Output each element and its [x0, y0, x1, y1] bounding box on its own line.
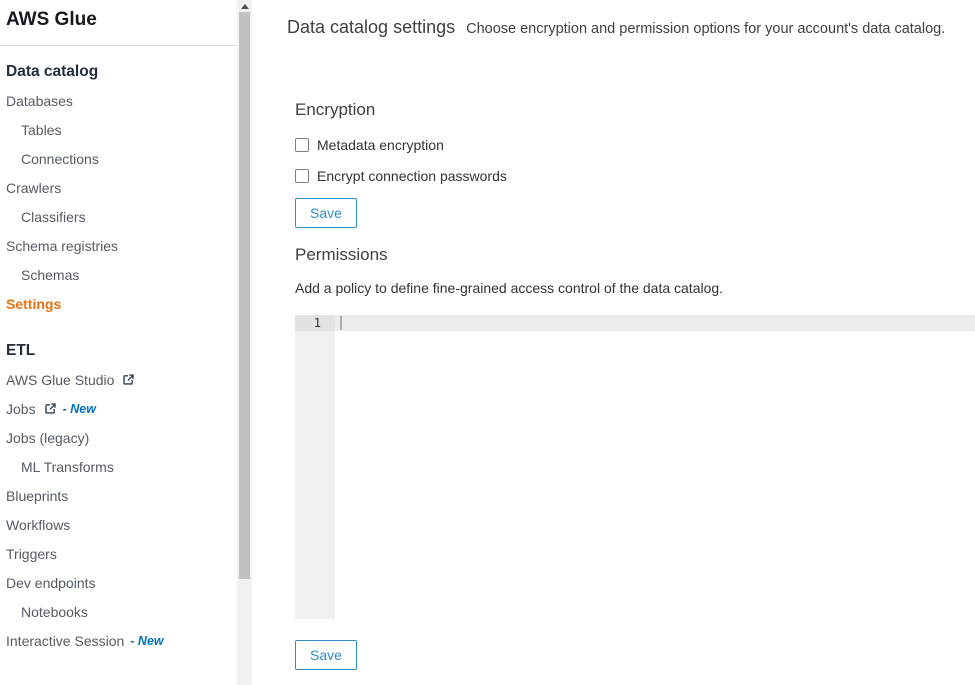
sidebar-item-schemas[interactable]: Schemas: [0, 260, 252, 289]
new-badge: - New: [63, 402, 96, 416]
up-arrow-icon: [241, 4, 249, 9]
editor-gutter: [295, 315, 335, 619]
sidebar-item-classifiers[interactable]: Classifiers: [0, 202, 252, 231]
save-encryption-button[interactable]: Save: [295, 198, 357, 228]
sidebar-item-label: Jobs: [6, 401, 36, 417]
scrollbar-up-button[interactable]: [237, 0, 252, 12]
sidebar-item-list: AWS Glue Studio Jobs - New Jobs (legacy) ML …: [0, 365, 252, 655]
sidebar-item-label: Schema registries: [6, 238, 118, 254]
external-link-icon: [44, 402, 57, 415]
sidebar-item-workflows[interactable]: Workflows: [0, 510, 252, 539]
sidebar-item-dev-endpoints[interactable]: Dev endpoints: [0, 568, 252, 597]
encryption-checkboxes: Metadata encryption Encrypt connection pa…: [295, 137, 975, 184]
encryption-heading: Encryption: [295, 99, 975, 120]
sidebar-item-label: Workflows: [6, 517, 70, 533]
sidebar-item-settings[interactable]: Settings: [0, 289, 252, 318]
sidebar-item-label: AWS Glue Studio: [6, 372, 114, 388]
sidebar-item-label: Jobs (legacy): [6, 430, 89, 446]
sidebar-item-label: Settings: [6, 296, 61, 312]
sidebar: AWS Glue Data catalog Databases Tables Conn…: [0, 0, 252, 685]
sidebar-item-label: Schemas: [21, 267, 79, 283]
sidebar-section-heading: ETL: [6, 342, 252, 360]
sidebar-item-connections[interactable]: Connections: [0, 144, 252, 173]
sidebar-item-jobs[interactable]: Jobs - New: [0, 394, 252, 423]
sidebar-item-list: Databases Tables Connections Crawlers Classi…: [0, 86, 252, 318]
checkbox-box[interactable]: [295, 138, 309, 152]
editor-active-line: [335, 315, 975, 331]
sidebar-item-crawlers[interactable]: Crawlers: [0, 173, 252, 202]
main-content: Data catalog settings Choose encryption …: [252, 0, 975, 685]
sidebar-nav: Data catalog Databases Tables Connections Cr…: [0, 63, 252, 655]
sidebar-item-jobs-legacy[interactable]: Jobs (legacy): [0, 423, 252, 452]
policy-editor[interactable]: 1: [295, 315, 975, 619]
sidebar-item-schema-registries[interactable]: Schema registries: [0, 231, 252, 260]
sidebar-item-label: Interactive Session: [6, 633, 124, 649]
page-header: Data catalog settings Choose encryption …: [287, 16, 975, 38]
scrollbar-thumb[interactable]: [239, 12, 250, 579]
sidebar-item-blueprints[interactable]: Blueprints: [0, 481, 252, 510]
editor-line-number: 1: [295, 315, 335, 331]
sidebar-item-label: Dev endpoints: [6, 575, 96, 591]
sidebar-item-label: Tables: [21, 122, 61, 138]
app-title: AWS Glue: [6, 9, 252, 31]
checkbox-box[interactable]: [295, 169, 309, 183]
sidebar-item-interactive-session[interactable]: Interactive Session - New: [0, 626, 252, 655]
sidebar-item-tables[interactable]: Tables: [0, 115, 252, 144]
sidebar-item-label: Notebooks: [21, 604, 88, 620]
save-permissions-button[interactable]: Save: [295, 640, 357, 670]
sidebar-item-ml-transforms[interactable]: ML Transforms: [0, 452, 252, 481]
checkbox-label: Metadata encryption: [317, 137, 444, 153]
permissions-description: Add a policy to define fine-grained acce…: [295, 280, 975, 296]
sidebar-item-label: Connections: [21, 151, 99, 167]
sidebar-item-triggers[interactable]: Triggers: [0, 539, 252, 568]
page-subtitle: Choose encryption and permission options…: [466, 21, 945, 37]
sidebar-item-databases[interactable]: Databases: [0, 86, 252, 115]
permissions-heading: Permissions: [295, 244, 975, 265]
sidebar-divider: [0, 45, 237, 46]
sidebar-item-label: ML Transforms: [21, 459, 114, 475]
external-link-icon: [122, 373, 135, 386]
sidebar-scrollbar[interactable]: [237, 0, 252, 685]
sidebar-item-aws-glue-studio[interactable]: AWS Glue Studio: [0, 365, 252, 394]
sidebar-section-etl: ETL AWS Glue Studio Jobs - New Jobs (legacy)…: [0, 342, 252, 655]
new-badge: - New: [130, 634, 163, 648]
checkbox-encrypt-connection-passwords[interactable]: Encrypt connection passwords: [295, 168, 975, 184]
sidebar-item-label: Triggers: [6, 546, 57, 562]
sidebar-item-notebooks[interactable]: Notebooks: [0, 597, 252, 626]
sidebar-item-label: Crawlers: [6, 180, 61, 196]
sidebar-item-label: Classifiers: [21, 209, 86, 225]
checkbox-label: Encrypt connection passwords: [317, 168, 507, 184]
editor-cursor: [340, 316, 342, 330]
sidebar-section-heading: Data catalog: [6, 63, 252, 81]
checkbox-metadata-encryption[interactable]: Metadata encryption: [295, 137, 975, 153]
sidebar-section-data-catalog: Data catalog Databases Tables Connections Cr…: [0, 63, 252, 318]
page-title: Data catalog settings: [287, 16, 455, 38]
sidebar-item-label: Databases: [6, 93, 73, 109]
sidebar-item-label: Blueprints: [6, 488, 68, 504]
